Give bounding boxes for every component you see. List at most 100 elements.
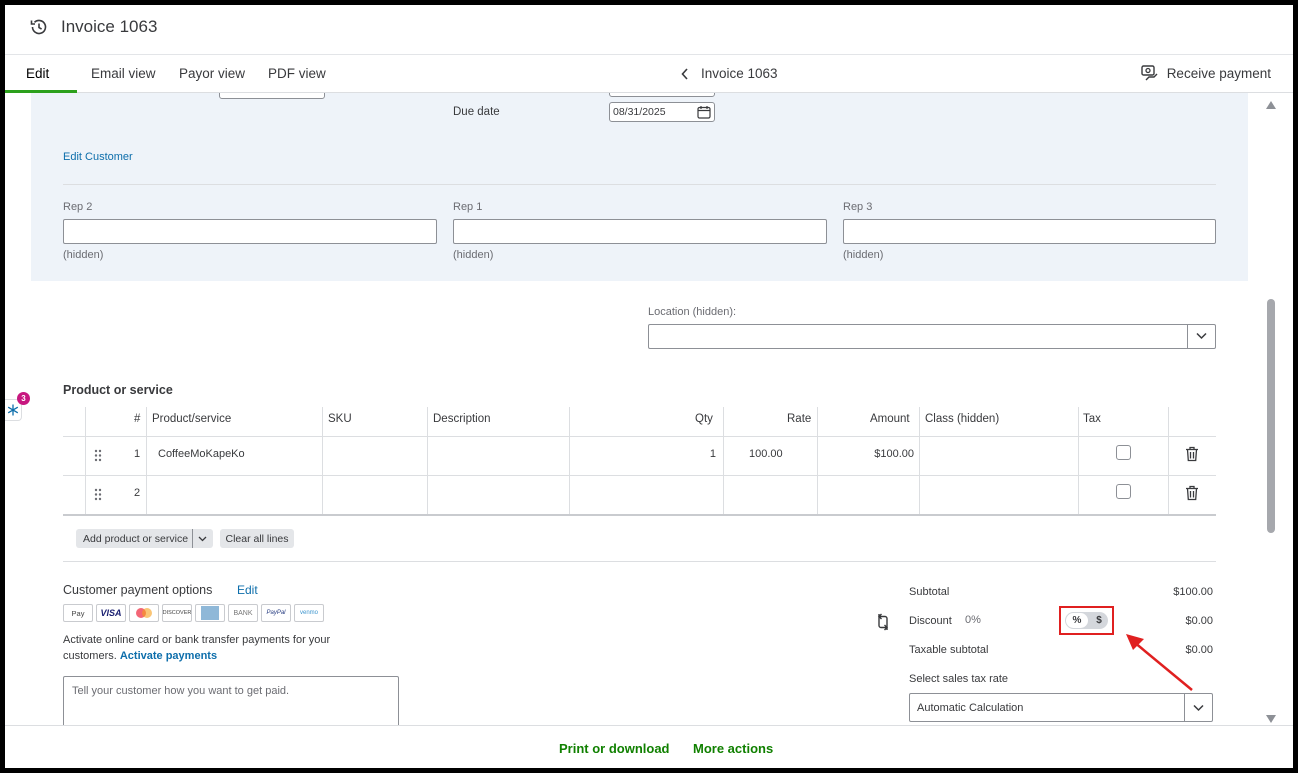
invoice-date-field[interactable] <box>609 93 715 97</box>
row-product[interactable]: CoffeeMoKapeKo <box>158 448 245 460</box>
discount-type-toggle[interactable]: % $ <box>1065 612 1108 629</box>
venmo-text: venmo <box>299 610 318 616</box>
swap-order-icon[interactable] <box>877 613 889 631</box>
trash-icon[interactable] <box>1185 485 1199 501</box>
col-class: Class (hidden) <box>925 413 1000 425</box>
divider <box>63 184 1216 185</box>
amex-icon <box>201 606 219 620</box>
clear-lines-button[interactable]: Clear all lines <box>220 529 294 548</box>
grid-line <box>1168 407 1169 515</box>
scroll-thumb[interactable] <box>1267 299 1275 533</box>
subtotal-label: Subtotal <box>909 586 950 598</box>
row-number: 1 <box>134 448 141 460</box>
vertical-scrollbar[interactable] <box>1264 93 1278 725</box>
chevron-down-icon[interactable] <box>198 536 207 542</box>
tax-checkbox[interactable] <box>1116 445 1131 460</box>
row-rate[interactable]: 100.00 <box>749 448 783 460</box>
grid-line <box>63 436 1216 437</box>
venmo-logo: venmo <box>294 604 324 622</box>
payment-options-title: Customer payment options <box>63 583 213 597</box>
bank-logo: BANK <box>228 604 258 622</box>
paypal-logo: PayPal <box>261 604 291 622</box>
tab-pdf-view[interactable]: PDF view <box>268 66 326 81</box>
col-description: Description <box>433 413 491 425</box>
tab-email-view[interactable]: Email view <box>91 66 156 81</box>
row-number: 2 <box>134 487 141 499</box>
row-qty[interactable]: 1 <box>710 448 716 460</box>
discover-logo: DISCOVER <box>162 604 192 622</box>
divider <box>63 561 1216 562</box>
rep1-input[interactable] <box>453 219 827 244</box>
col-product: Product/service <box>152 413 232 425</box>
bank-text: BANK <box>233 609 253 617</box>
terms-field[interactable] <box>219 93 325 99</box>
add-product-button[interactable]: Add product or service <box>76 529 213 548</box>
chevron-left-icon[interactable] <box>681 67 689 80</box>
side-widget[interactable]: 3 <box>5 392 30 425</box>
tax-rate-select[interactable]: Automatic Calculation <box>909 693 1213 722</box>
tab-edit[interactable]: Edit <box>26 66 49 81</box>
invoice-nav-label: Invoice 1063 <box>701 66 778 81</box>
rep2-hidden-note: (hidden) <box>63 249 104 261</box>
payment-logos: Pay VISA DISCOVER BANK PayPal venmo <box>63 604 324 622</box>
tax-rate-value: Automatic Calculation <box>917 702 1024 714</box>
location-label: Location (hidden): <box>648 306 737 318</box>
payment-message-textarea[interactable]: Tell your customer how you want to get p… <box>63 676 399 725</box>
print-download-button[interactable]: Print or download <box>559 741 670 756</box>
col-number: # <box>134 413 141 425</box>
select-divider <box>1187 325 1188 348</box>
payment-description: Activate online card or bank transfer pa… <box>63 632 343 664</box>
row-amount[interactable]: $100.00 <box>874 448 914 460</box>
chevron-down-icon <box>1193 704 1204 712</box>
trash-icon[interactable] <box>1185 446 1199 462</box>
button-divider <box>192 529 193 548</box>
grid-line <box>1078 407 1079 515</box>
scroll-up-arrow[interactable] <box>1266 101 1276 109</box>
rep2-input[interactable] <box>63 219 437 244</box>
grid-line <box>322 407 323 515</box>
notification-badge: 3 <box>17 392 30 405</box>
history-icon[interactable] <box>29 17 49 37</box>
select-divider <box>1184 694 1185 721</box>
calendar-icon[interactable] <box>697 105 711 119</box>
rep2-label: Rep 2 <box>63 201 93 213</box>
drag-handle-icon[interactable] <box>94 488 102 501</box>
rep1-hidden-note: (hidden) <box>453 249 494 261</box>
receive-payment-button[interactable]: Receive payment <box>1140 65 1271 81</box>
apple-pay-logo: Pay <box>63 604 93 622</box>
receive-payment-label: Receive payment <box>1166 65 1271 81</box>
mastercard-icon <box>136 608 152 618</box>
toggle-dollar[interactable]: $ <box>1092 613 1106 628</box>
col-qty: Qty <box>695 413 713 425</box>
drag-handle-icon[interactable] <box>94 449 102 462</box>
tax-rate-label: Select sales tax rate <box>909 673 1009 685</box>
due-date-value: 08/31/2025 <box>613 106 666 118</box>
title-bar: Invoice 1063 <box>5 5 1293 55</box>
invoice-navigator: Invoice 1063 <box>681 66 778 81</box>
tab-payor-view[interactable]: Payor view <box>179 66 245 81</box>
page-title: Invoice 1063 <box>61 17 158 36</box>
activate-payments-link[interactable]: Activate payments <box>120 650 217 662</box>
taxable-subtotal-label: Taxable subtotal <box>909 644 989 656</box>
payment-edit-link[interactable]: Edit <box>237 583 258 597</box>
edit-customer-link[interactable]: Edit Customer <box>63 151 133 163</box>
scroll-down-arrow[interactable] <box>1266 715 1276 723</box>
paypal-text: PayPal <box>266 610 286 616</box>
grid-line <box>85 407 86 515</box>
apple-pay-text: Pay <box>71 608 85 618</box>
rep3-label: Rep 3 <box>843 201 873 213</box>
due-date-label: Due date <box>453 106 500 118</box>
more-actions-button[interactable]: More actions <box>693 741 773 756</box>
grid-line <box>63 475 1216 476</box>
clear-lines-label: Clear all lines <box>225 532 289 545</box>
due-date-field[interactable]: 08/31/2025 <box>609 102 715 122</box>
toggle-percent[interactable]: % <box>1066 613 1088 628</box>
discount-percent[interactable]: 0% <box>965 614 981 626</box>
rep1-label: Rep 1 <box>453 201 483 213</box>
product-section-title: Product or service <box>63 383 173 397</box>
tax-checkbox[interactable] <box>1116 484 1131 499</box>
footer-bar: Print or download More actions <box>5 725 1293 768</box>
rep3-input[interactable] <box>843 219 1216 244</box>
location-select[interactable] <box>648 324 1216 349</box>
subtotal-value: $100.00 <box>1173 586 1213 598</box>
